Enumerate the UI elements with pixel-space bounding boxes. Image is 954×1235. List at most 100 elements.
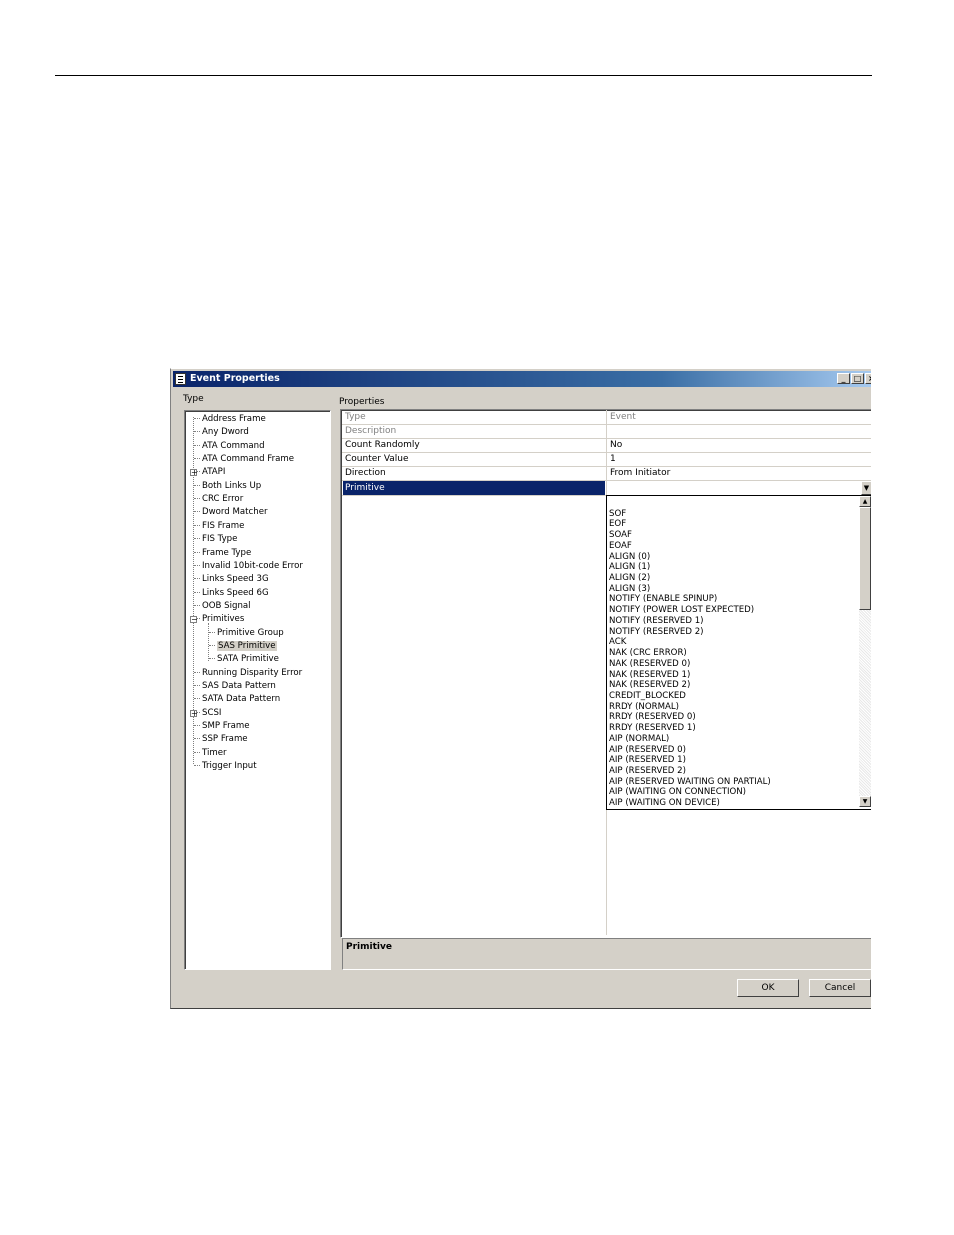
property-value: From Initiator	[610, 468, 671, 479]
dropdown-option[interactable]: RRDY (RESERVED 0)	[609, 712, 696, 723]
tree-item[interactable]: SATA Data Pattern	[194, 693, 280, 706]
dropdown-option[interactable]: NOTIFY (RESERVED 2)	[609, 627, 704, 638]
expand-icon[interactable]: +	[190, 709, 198, 717]
dropdown-option[interactable]: AIP (RESERVED WAITING ON PARTIAL)	[609, 777, 771, 788]
dropdown-option[interactable]: ACK	[609, 637, 626, 648]
dropdown-option[interactable]: RRDY (RESERVED 1)	[609, 723, 696, 734]
dropdown-option[interactable]: SOF	[609, 509, 626, 520]
tree-item[interactable]: OOB Signal	[194, 600, 251, 613]
tree-item[interactable]: SCSI	[194, 707, 221, 720]
dropdown-option[interactable]: CREDIT_BLOCKED	[609, 691, 686, 702]
dropdown-option[interactable]: RRDY (NORMAL)	[609, 702, 679, 713]
event-type-tree[interactable]: Address Frame Any Dword ATA Command ATA Com…	[184, 410, 331, 970]
dropdown-option[interactable]: AIP (RESERVED 2)	[609, 766, 686, 777]
dropdown-option[interactable]: NAK (RESERVED 2)	[609, 680, 690, 691]
dropdown-option[interactable]: NAK (RESERVED 1)	[609, 670, 690, 681]
property-row[interactable]: Counter Value 1	[342, 452, 871, 468]
property-name: Count Randomly	[345, 440, 420, 451]
dropdown-option[interactable]: AIP (NORMAL)	[609, 734, 669, 745]
dropdown-option[interactable]: ALIGN (1)	[609, 562, 650, 573]
tree-item[interactable]: Links Speed 6G	[194, 587, 269, 600]
scroll-up-arrow-icon[interactable]: ▲	[859, 496, 871, 507]
dropdown-option[interactable]: EOAF	[609, 541, 632, 552]
property-row[interactable]: Primitive ▼	[342, 480, 871, 496]
property-name: Type	[345, 412, 366, 422]
tree-item[interactable]: SMP Frame	[194, 720, 250, 733]
minimize-button[interactable]: _	[837, 373, 850, 384]
tree-item-label: ATA Command Frame	[202, 454, 295, 465]
tree-connector	[194, 498, 200, 500]
tree-item-label: Invalid 10bit-code Error	[202, 560, 303, 571]
tree-item[interactable]: SAS Primitive	[209, 640, 277, 653]
dropdown-option[interactable]: AIP (WAITING ON DEVICE)	[609, 798, 720, 809]
tree-item[interactable]: FIS Frame	[194, 520, 244, 533]
tree-item-label: Timer	[202, 747, 227, 758]
tree-item-label: Address Frame	[202, 414, 266, 424]
dropdown-option[interactable]: AIP (RESERVED 0)	[609, 745, 686, 756]
tree-item[interactable]: Invalid 10bit-code Error	[194, 560, 303, 573]
tree-item[interactable]: FIS Type	[194, 533, 237, 546]
dropdown-option[interactable]: NOTIFY (RESERVED 1)	[609, 616, 704, 627]
tree-connector	[194, 578, 200, 580]
description-panel: Primitive	[342, 938, 871, 970]
dropdown-option[interactable]: AIP (RESERVED 1)	[609, 755, 686, 766]
tree-item[interactable]: ATA Command Frame	[194, 453, 294, 466]
property-row[interactable]: Type Event	[342, 410, 871, 425]
dropdown-option[interactable]: SOAF	[609, 530, 632, 541]
tree-item-label: SSP Frame	[202, 734, 248, 745]
tree-item[interactable]: Primitive Group	[209, 627, 284, 640]
tree-item-label: ATAPI	[202, 467, 226, 478]
tree-item[interactable]: Any Dword	[194, 426, 249, 439]
cancel-button[interactable]: Cancel	[809, 979, 871, 997]
tree-connector	[194, 751, 200, 753]
tree-item[interactable]: CRC Error	[194, 493, 243, 506]
close-button[interactable]: ×	[865, 373, 871, 384]
collapse-icon[interactable]: −	[190, 616, 198, 624]
tree-item[interactable]: Both Links Up	[194, 480, 261, 493]
dropdown-option[interactable]: NOTIFY (ENABLE SPINUP)	[609, 594, 717, 605]
tree-item[interactable]: Address Frame	[194, 413, 266, 426]
dropdown-scrollbar[interactable]: ▲ ▼	[859, 496, 871, 807]
dropdown-option[interactable]: NAK (CRC ERROR)	[609, 648, 687, 659]
dropdown-arrow-icon[interactable]: ▼	[861, 480, 871, 495]
tree-item[interactable]: ATAPI	[194, 466, 225, 479]
tree-connector	[194, 444, 200, 446]
dropdown-option[interactable]: AIP (WAITING ON CONNECTION)	[609, 787, 746, 798]
tree-connector	[194, 538, 200, 540]
ok-button[interactable]: OK	[737, 979, 799, 997]
tree-item[interactable]: SAS Data Pattern	[194, 680, 276, 693]
tree-item[interactable]: Trigger Input	[194, 760, 257, 773]
tree-item[interactable]: Running Disparity Error	[194, 667, 302, 680]
dropdown-option[interactable]: ALIGN (2)	[609, 573, 650, 584]
scroll-thumb[interactable]	[859, 507, 871, 610]
tree-item[interactable]: Dword Matcher	[194, 506, 268, 519]
app-icon	[175, 373, 186, 385]
expand-icon[interactable]: +	[190, 469, 198, 477]
tree-item-label: Primitive Group	[217, 627, 284, 638]
tree-item[interactable]: Frame Type	[194, 547, 251, 560]
property-row[interactable]: Count Randomly No	[342, 438, 871, 454]
tree-item[interactable]: SATA Primitive	[209, 653, 279, 666]
dropdown-option[interactable]: NOTIFY (POWER LOST EXPECTED)	[609, 605, 754, 616]
tree-item[interactable]: SSP Frame	[194, 733, 248, 746]
tree-item-label: SAS Primitive	[217, 640, 277, 651]
tree-item[interactable]: Primitives	[194, 613, 244, 626]
dropdown-option[interactable]: EOF	[609, 519, 626, 530]
tree-connector	[194, 458, 200, 460]
tree-item[interactable]: ATA Command	[194, 440, 265, 453]
tree-item[interactable]: Timer	[194, 747, 227, 760]
maximize-button[interactable]: □	[851, 373, 864, 384]
tree-item[interactable]: Links Speed 3G	[194, 573, 269, 586]
property-row[interactable]: Description	[342, 424, 871, 440]
dropdown-option[interactable]: ALIGN (3)	[609, 584, 650, 595]
page-header-rule	[55, 75, 872, 76]
primitive-dropdown-list[interactable]: ▲ ▼ SOF EOF SOAF EOAF ALIGN (0) ALIGN (1) ALIG…	[606, 495, 871, 810]
property-row[interactable]: Direction From Initiator	[342, 466, 871, 482]
dropdown-option[interactable]: ALIGN (0)	[609, 552, 650, 563]
tree-item-label: ATA Command	[202, 440, 265, 451]
dropdown-option[interactable]: NAK (RESERVED 0)	[609, 659, 690, 670]
title-bar[interactable]: Event Properties _ □ ×	[173, 371, 871, 387]
tree-item-label: OOB Signal	[202, 600, 251, 611]
scroll-down-arrow-icon[interactable]: ▼	[859, 796, 871, 807]
tree-connector	[194, 725, 200, 727]
